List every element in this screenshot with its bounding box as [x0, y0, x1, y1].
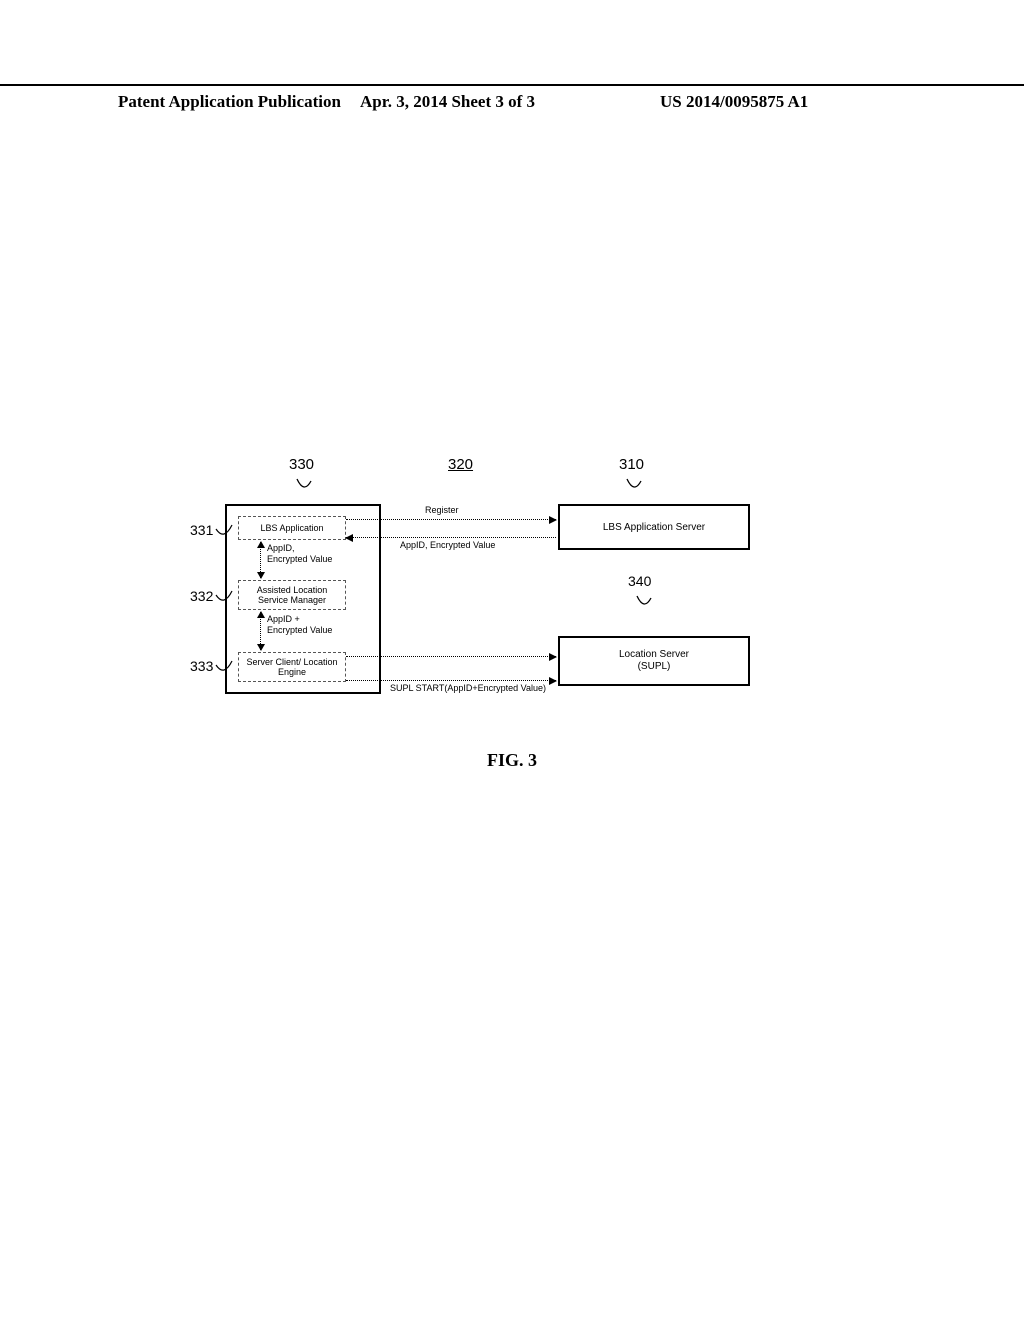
msg-supl-start: SUPL START(AppID+Encrypted Value)	[390, 683, 546, 693]
location-server-box: Location Server (SUPL)	[558, 636, 750, 686]
assisted-location-service-manager-box: Assisted Location Service Manager	[238, 580, 346, 610]
alsm-label: Assisted Location Service Manager	[243, 585, 341, 606]
msg-v2-l1: AppID +	[267, 614, 300, 624]
location-server-label-2: (SUPL)	[638, 661, 671, 674]
ref-330: 330	[289, 456, 314, 473]
arrow-register	[346, 519, 556, 520]
arrow-vertical-1	[260, 542, 261, 578]
ref-332: 332	[190, 588, 213, 604]
ref-333: 333	[190, 658, 213, 674]
lbs-application-box: LBS Application	[238, 516, 346, 540]
figure-caption: FIG. 3	[0, 750, 1024, 771]
figure-3: 330 320 310 LBS Application Assisted Loc…	[0, 0, 1024, 1320]
lbs-server-label: LBS Application Server	[603, 522, 705, 533]
msg-appid-enc: AppID, Encrypted Value	[400, 540, 495, 550]
ref-320: 320	[448, 456, 473, 473]
ref-331: 331	[190, 522, 213, 538]
lead-line-icon	[294, 476, 314, 496]
scle-label: Server Client/ Location Engine	[243, 657, 341, 678]
msg-register: Register	[425, 505, 459, 515]
arrow-supl-start	[346, 680, 556, 681]
location-server-label-1: Location Server	[619, 649, 689, 662]
arrow-supl-to-locserver	[346, 656, 556, 657]
ref-310: 310	[619, 456, 644, 473]
arrow-appid-enc	[346, 537, 556, 538]
ref-340: 340	[628, 573, 651, 589]
lbs-application-server-box: LBS Application Server	[558, 504, 750, 550]
server-client-location-engine-box: Server Client/ Location Engine	[238, 652, 346, 682]
lead-line-icon	[634, 593, 654, 613]
msg-vertical-1: AppID, Encrypted Value	[267, 543, 332, 565]
lbs-application-label: LBS Application	[260, 523, 323, 533]
lead-line-icon	[624, 476, 644, 496]
msg-v2-l2: Encrypted Value	[267, 625, 332, 635]
arrow-vertical-2	[260, 612, 261, 650]
msg-v1-l1: AppID,	[267, 543, 295, 553]
msg-v1-l2: Encrypted Value	[267, 554, 332, 564]
msg-vertical-2: AppID + Encrypted Value	[267, 614, 332, 636]
